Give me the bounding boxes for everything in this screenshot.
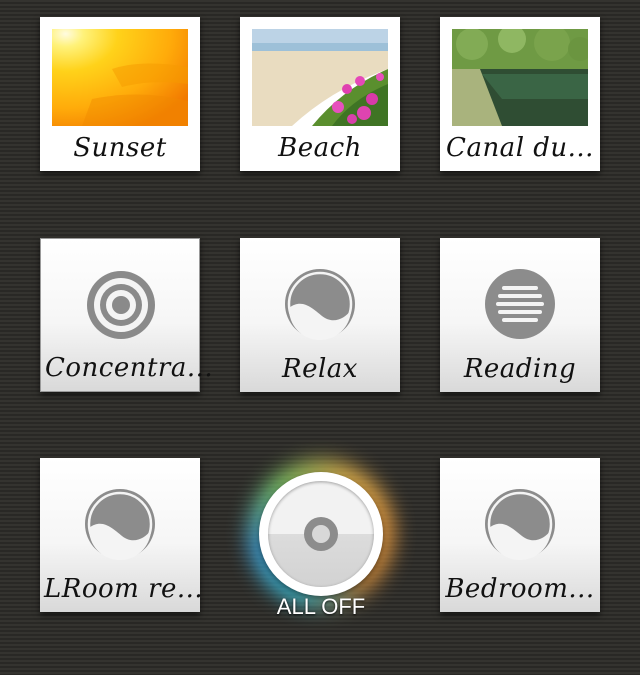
canal-photo — [452, 29, 588, 126]
scene-label: Beach — [278, 133, 362, 163]
scene-tile-reading[interactable]: Reading — [440, 238, 600, 392]
scene-tile-sunset[interactable]: Sunset — [40, 17, 200, 171]
scene-tile-lroom[interactable]: LRoom re... — [40, 458, 204, 612]
concentric-circles-icon — [85, 269, 157, 341]
horizontal-lines-icon — [484, 268, 556, 340]
scene-label: Bedroom... — [445, 574, 595, 604]
yin-wave-icon — [284, 268, 356, 341]
scene-label: Sunset — [73, 133, 167, 163]
scene-tile-concentrate[interactable]: Concentra... — [40, 238, 214, 392]
scene-tile-bedroom[interactable]: Bedroom... — [440, 458, 600, 612]
scene-tile-canal[interactable]: Canal du... — [440, 17, 600, 171]
yin-wave-icon — [484, 488, 556, 561]
all-off-knob[interactable] — [259, 472, 383, 596]
scene-label: Reading — [463, 354, 577, 384]
scene-label: Canal du... — [446, 133, 594, 163]
scene-label: Relax — [282, 354, 358, 384]
yin-wave-icon — [84, 488, 156, 561]
all-off-label: ALL OFF — [276, 594, 366, 619]
scene-label: LRoom re... — [44, 574, 204, 604]
sunset-photo — [52, 29, 188, 126]
beach-photo — [252, 29, 388, 126]
all-off-button[interactable]: ALL OFF — [241, 454, 401, 630]
power-dot-icon — [304, 517, 338, 551]
scene-label: Concentra... — [45, 353, 214, 383]
scene-tile-relax[interactable]: Relax — [240, 238, 400, 392]
scene-tile-beach[interactable]: Beach — [240, 17, 400, 171]
